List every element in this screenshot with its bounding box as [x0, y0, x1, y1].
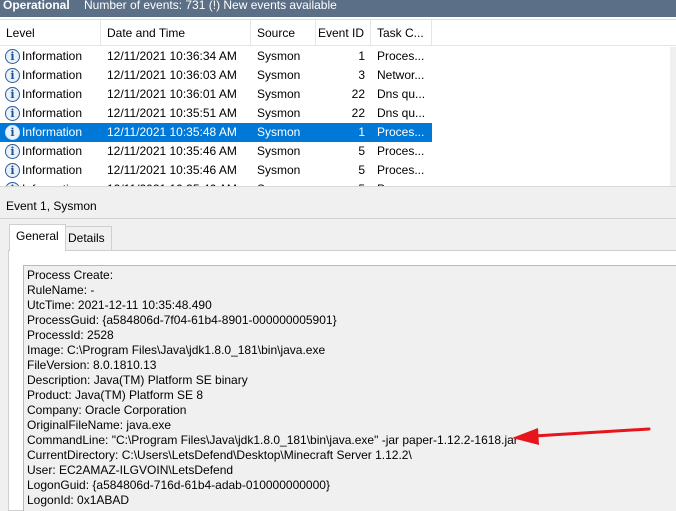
event-count: Number of events: 731 (!) New events ava…	[84, 0, 337, 12]
row-level: Information	[22, 163, 83, 177]
column-header-task-category[interactable]: Task C...	[371, 20, 432, 46]
grid-header: Level Date and Time Source Event ID Task…	[0, 20, 676, 46]
row-task-category: Proces...	[377, 163, 425, 177]
row-task-category: Proces...	[377, 125, 425, 139]
row-source: Sysmon	[257, 49, 301, 63]
information-icon: i	[5, 144, 20, 159]
table-row[interactable]: iInformation 12/11/2021 10:35:46 AM Sysmon…	[0, 161, 432, 180]
events-grid[interactable]: Level Date and Time Source Event ID Task…	[0, 19, 676, 186]
table-row[interactable]: i Information 12/11/2021 10:36:34 AM Sysmon…	[0, 47, 432, 66]
row-date-time: 12/11/2021 10:35:46 AM	[107, 163, 237, 177]
row-level: Information	[22, 87, 83, 101]
divider	[0, 218, 676, 219]
row-source: Sysmon	[257, 163, 301, 177]
information-icon: i	[5, 68, 20, 83]
event-description-line: LogonId: 0x1ABAD	[27, 493, 130, 507]
event-detail-title: Event 1, Sysmon	[6, 199, 97, 213]
table-row[interactable]: i Information 12/11/2021 10:35:48 AM Sysmon…	[0, 123, 432, 142]
row-date-time: 12/11/2021 10:36:01 AM	[107, 87, 237, 101]
tab-details[interactable]: Details	[61, 226, 112, 251]
information-icon: i	[5, 163, 20, 178]
row-level: Information	[22, 68, 83, 82]
information-icon: i	[5, 87, 20, 102]
row-date-time: 12/11/2021 10:35:48 AM	[107, 125, 237, 139]
row-event-id: 3	[358, 68, 365, 82]
table-row[interactable]: i Information 12/11/2021 10:35:51 AM Sysmon…	[0, 104, 432, 123]
information-icon: i	[5, 49, 20, 64]
information-icon: i	[5, 106, 20, 121]
column-header-source[interactable]: Source	[251, 20, 316, 46]
row-event-id: 5	[358, 144, 365, 158]
row-task-category: Dns qu...	[377, 106, 426, 120]
row-level: Information	[22, 106, 83, 120]
log-header-bar: Operational Number of events: 731 (!) Ne…	[0, 0, 676, 17]
row-event-id: 1	[358, 49, 365, 63]
row-event-id: 5	[358, 163, 365, 177]
column-header-date-time[interactable]: Date and Time	[101, 20, 251, 46]
row-source: Sysmon	[257, 87, 301, 101]
row-level: Information	[22, 49, 83, 63]
column-header-level[interactable]: Level	[0, 20, 101, 46]
row-level: Information	[22, 144, 83, 158]
row-date-time: 12/11/2021 10:35:46 AM	[107, 144, 237, 158]
table-row[interactable]: iInformation 12/11/2021 10:35:46 AM Sysmon…	[0, 142, 432, 161]
row-event-id: 1	[358, 125, 365, 139]
log-name: Operational	[3, 0, 70, 12]
pane-splitter[interactable]	[0, 186, 676, 194]
row-task-category: Networ...	[377, 68, 425, 82]
row-event-id: 22	[351, 106, 365, 120]
row-source: Sysmon	[257, 68, 301, 82]
row-level: Information	[22, 125, 83, 139]
row-task-category: Proces...	[377, 144, 425, 158]
row-event-id: 22	[351, 87, 365, 101]
row-task-category: Dns qu...	[377, 87, 426, 101]
vertical-scrollbar[interactable]	[670, 47, 676, 186]
table-row[interactable]: i Information 12/11/2021 10:36:03 AM Sysmon…	[0, 66, 432, 85]
row-source: Sysmon	[257, 125, 301, 139]
row-source: Sysmon	[257, 106, 301, 120]
row-date-time: 12/11/2021 10:36:03 AM	[107, 68, 237, 82]
information-icon: i	[5, 125, 20, 140]
row-date-time: 12/11/2021 10:35:51 AM	[107, 106, 237, 120]
table-row[interactable]: i Information 12/11/2021 10:36:01 AM Sysmon…	[0, 85, 432, 104]
row-date-time: 12/11/2021 10:36:34 AM	[107, 49, 237, 63]
row-task-category: Proces...	[377, 49, 425, 63]
event-description-box[interactable]: Process Create: RuleName: - UtcTime: 2021-…	[23, 265, 676, 511]
column-header-event-id[interactable]: Event ID	[316, 20, 371, 46]
row-source: Sysmon	[257, 144, 301, 158]
tab-general[interactable]: General	[9, 224, 66, 251]
